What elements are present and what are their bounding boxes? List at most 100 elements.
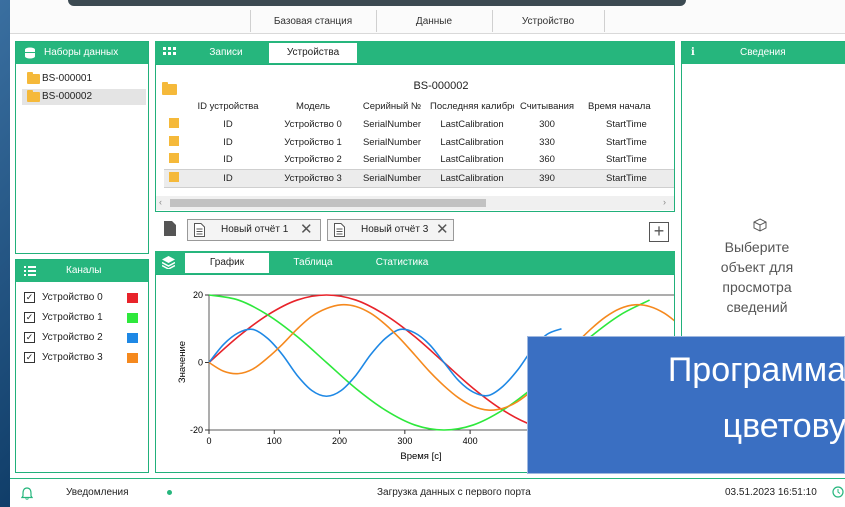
color-swatch[interactable] xyxy=(127,293,138,303)
channel-item[interactable]: ✓ Устройство 0 xyxy=(24,290,144,306)
ribbon-item-data[interactable]: Данные xyxy=(378,16,490,27)
status-datetime: 03.51.2023 16:51:10 xyxy=(725,487,817,498)
x-axis-label: Время [с] xyxy=(400,451,441,462)
bell-icon[interactable] xyxy=(21,487,33,500)
color-swatch[interactable] xyxy=(127,333,138,343)
ribbon-item-device[interactable]: Устройство xyxy=(494,16,602,27)
scroll-left-icon[interactable]: ‹ xyxy=(159,197,162,207)
row-icon-cell xyxy=(164,169,184,187)
ribbon: Базовая станция Данные Устройство xyxy=(10,0,845,34)
cell: LastCalibration xyxy=(440,118,504,130)
new-document-icon[interactable] xyxy=(164,221,176,236)
folder-icon xyxy=(27,90,40,102)
x-tick-label: 400 xyxy=(463,436,478,446)
x-tick-label: 100 xyxy=(267,436,282,446)
document-icon xyxy=(194,223,205,237)
scroll-right-icon[interactable]: › xyxy=(663,197,666,207)
records-table: ID устройства Модель Серийный № Последня… xyxy=(164,97,674,188)
cell: ID xyxy=(223,154,233,166)
column-header[interactable]: Время начала xyxy=(580,97,674,115)
table-row[interactable]: ID Устройство 1 SerialNumber LastCalibra… xyxy=(164,133,674,151)
channel-item[interactable]: ✓ Устройство 3 xyxy=(24,350,144,366)
cell: 300 xyxy=(539,118,555,130)
channel-label: Устройство 1 xyxy=(42,312,103,323)
tab-chart[interactable]: График xyxy=(185,253,269,273)
checkbox-checked[interactable]: ✓ xyxy=(24,352,35,363)
column-header[interactable]: Модель xyxy=(272,97,354,115)
add-report-button[interactable]: + xyxy=(649,222,669,242)
cell: ID xyxy=(223,136,233,148)
column-header[interactable]: ID устройства xyxy=(184,97,272,115)
cell: Устройство 0 xyxy=(284,118,342,130)
table-row[interactable]: ID Устройство 2 SerialNumber LastCalibra… xyxy=(164,151,674,169)
details-empty-message: Выберите объект для просмотра сведений xyxy=(682,237,832,317)
cell: StartTime xyxy=(606,154,647,166)
records-tabbar: Записи Устройства xyxy=(155,41,675,64)
ribbon-item-base-station[interactable]: Базовая станция xyxy=(252,16,374,27)
cell: LastCalibration xyxy=(440,136,504,148)
tab-table[interactable]: Таблица xyxy=(271,253,355,273)
channel-item[interactable]: ✓ Устройство 2 xyxy=(24,330,144,346)
package-icon xyxy=(753,218,767,232)
column-header[interactable]: Последняя калибровка xyxy=(430,97,514,115)
cell: SerialNumber xyxy=(362,136,422,148)
details-empty-line: просмотра xyxy=(722,279,792,295)
color-swatch[interactable] xyxy=(127,313,138,323)
notifications-label[interactable]: Уведомления xyxy=(66,487,129,498)
ribbon-separator xyxy=(376,10,377,32)
document-icon xyxy=(334,223,345,237)
checkbox-checked[interactable]: ✓ xyxy=(24,312,35,323)
column-header[interactable]: Серийный № xyxy=(354,97,430,115)
tab-devices[interactable]: Устройства xyxy=(269,43,357,63)
group-title: BS-000002 xyxy=(413,80,469,92)
overlay-line-2: цветову xyxy=(722,407,845,445)
dataset-item[interactable]: BS-000001 xyxy=(22,71,162,87)
channels-panel: Каналы ✓ Устройство 0 ✓ Устройство 1 ✓ У… xyxy=(15,259,149,473)
cell: Устройство 2 xyxy=(284,154,342,166)
dataset-item-selected[interactable]: BS-000002 xyxy=(22,89,146,105)
channel-item[interactable]: ✓ Устройство 1 xyxy=(24,310,144,326)
dataset-label: BS-000002 xyxy=(42,91,93,102)
report-tab[interactable]: Новый отчёт 1 ✕ xyxy=(187,219,321,241)
grid-icon xyxy=(163,47,176,55)
close-icon[interactable]: ✕ xyxy=(436,220,449,240)
overlay-line-1: Программа xyxy=(667,351,845,389)
y-tick-label: -20 xyxy=(190,425,203,435)
checkbox-checked[interactable]: ✓ xyxy=(24,332,35,343)
channel-label: Устройство 3 xyxy=(42,352,103,363)
table-row-selected[interactable]: ID Устройство 3 SerialNumber LastCalibra… xyxy=(164,169,674,187)
folder-icon xyxy=(27,72,40,84)
row-icon-cell xyxy=(164,133,184,151)
datasets-header: Наборы данных xyxy=(16,42,148,64)
ribbon-separator xyxy=(250,10,251,32)
horizontal-scrollbar[interactable]: ‹ › xyxy=(156,196,674,210)
header-icon-cell xyxy=(164,97,184,115)
cell: LastCalibration xyxy=(440,172,504,184)
checkbox-checked[interactable]: ✓ xyxy=(24,292,35,303)
list-icon xyxy=(24,266,36,276)
datasets-panel: Наборы данных BS-000001 BS-000002 xyxy=(15,41,149,254)
table-row[interactable]: ID Устройство 0 SerialNumber LastCalibra… xyxy=(164,115,674,133)
color-swatch[interactable] xyxy=(127,353,138,363)
report-tab[interactable]: Новый отчёт 3 ✕ xyxy=(327,219,454,241)
ribbon-separator xyxy=(604,10,605,32)
row-icon-cell xyxy=(164,151,184,169)
close-icon[interactable]: ✕ xyxy=(300,220,313,240)
channel-label: Устройство 2 xyxy=(42,332,103,343)
cell: StartTime xyxy=(606,118,647,130)
status-bar: Уведомления Загрузка данных с первого по… xyxy=(10,478,845,507)
tab-records[interactable]: Записи xyxy=(185,43,267,63)
tab-statistics[interactable]: Статистика xyxy=(355,253,449,273)
cell: LastCalibration xyxy=(440,154,504,166)
column-header[interactable]: Считывания xyxy=(514,97,580,115)
records-table-panel: BS-000002 ID устройства Модель Серийный … xyxy=(155,64,675,212)
x-tick-label: 300 xyxy=(397,436,412,446)
ribbon-dark-strip xyxy=(68,0,686,6)
channel-label: Устройство 0 xyxy=(42,292,103,303)
channels-title: Каналы xyxy=(66,265,102,276)
chart-tabbar: График Таблица Статистика xyxy=(155,251,675,274)
cell: 330 xyxy=(539,136,555,148)
cell: 360 xyxy=(539,154,555,166)
report-tab-label: Новый отчёт 1 xyxy=(221,224,289,235)
scrollbar-thumb[interactable] xyxy=(170,199,486,207)
